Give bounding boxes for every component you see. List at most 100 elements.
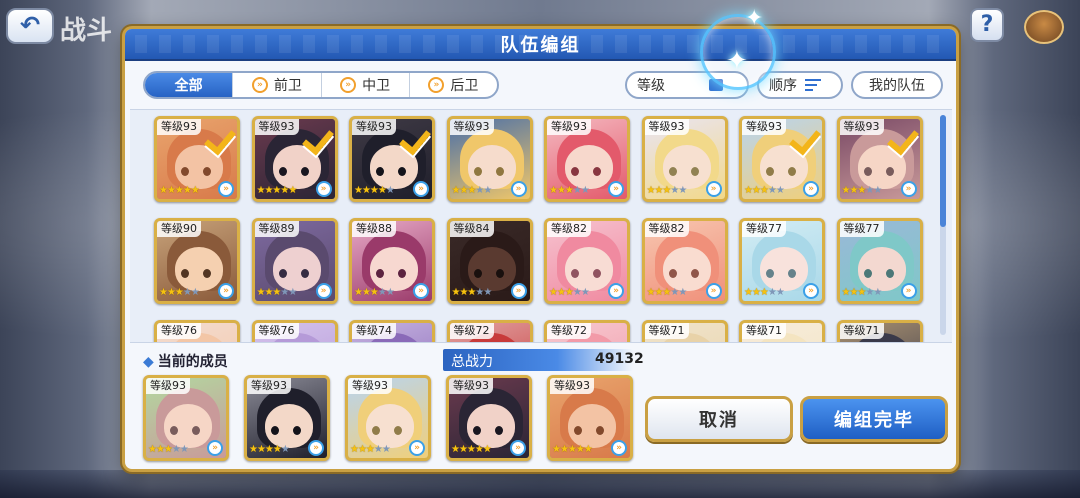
position-chevron-icon: » (308, 440, 324, 456)
member-card[interactable]: 等级93 ★★★★★ » (547, 375, 633, 461)
character-card[interactable]: 等级90 ★★★★★ » (154, 218, 240, 304)
position-chevron-icon: » (900, 283, 917, 299)
character-level: 等级93 (348, 378, 392, 394)
star-rating-icon: ★★★★★ (744, 287, 785, 298)
character-card[interactable]: 等级93 ★★★★★ » (739, 116, 825, 202)
position-chevron-icon: » (608, 283, 624, 299)
tab-all[interactable]: 全部 (145, 73, 233, 97)
position-chevron-icon: » (207, 440, 223, 456)
character-card[interactable]: 等级82 ★★★★★ » (641, 218, 728, 304)
character-level: 等级84 (449, 221, 494, 237)
tab-label: 中卫 (362, 78, 391, 94)
character-level: 等级72 (547, 323, 591, 339)
character-level: 等级74 (352, 323, 396, 339)
star-rating-icon: ★★★★★ (451, 287, 493, 298)
help-button[interactable]: ? (970, 8, 1004, 42)
confirm-formation-button[interactable]: 编组完毕 (800, 396, 948, 442)
current-members-label: ◆ 当前的成员 (143, 354, 228, 370)
tab-back[interactable]: » 后卫 (408, 73, 497, 97)
position-chevron-icon: » (428, 77, 445, 93)
character-card[interactable]: 等级93 ★★★★★ » (641, 116, 728, 202)
position-chevron-icon: » (218, 283, 234, 299)
total-power-value: 49132 (595, 351, 644, 367)
character-card[interactable]: 等级93 ★★★★★ » (349, 116, 435, 202)
back-arrow-icon: ↶ (19, 11, 41, 39)
character-card[interactable]: 等级93 ★★★★★ » (154, 116, 240, 202)
star-rating-icon: ★★★★★ (841, 185, 883, 196)
character-level: 等级93 (247, 378, 291, 394)
position-chevron-icon: » (608, 181, 624, 197)
character-level: 等级88 (352, 221, 396, 237)
character-level: 等级93 (839, 119, 884, 135)
character-card[interactable]: 等级76★★★★★» (251, 320, 338, 342)
position-chevron-icon: » (705, 283, 722, 299)
my-team-button[interactable]: 我的队伍 (851, 71, 943, 99)
character-level: 等级90 (157, 221, 201, 237)
character-level: 等级93 (352, 119, 396, 135)
member-card[interactable]: 等级93 ★★★★★ » (244, 375, 330, 461)
character-card[interactable]: 等级93 ★★★★★ » (836, 116, 923, 202)
character-card[interactable]: 等级84 ★★★★★ » (446, 218, 533, 304)
roster-scrollbar[interactable] (940, 115, 946, 227)
position-chevron-icon: » (803, 283, 819, 299)
character-card[interactable]: 等级72★★★★★» (544, 320, 630, 342)
position-chevron-icon: » (413, 283, 429, 299)
character-card[interactable]: 等级93 ★★★★★ » (446, 116, 533, 202)
character-level: 等级71 (742, 323, 786, 339)
star-rating-icon: ★★★★★ (256, 185, 298, 196)
star-rating-icon: ★★★★★ (549, 287, 590, 298)
position-chevron-icon: » (510, 283, 527, 299)
tab-label: 全部 (174, 78, 203, 94)
member-card[interactable]: 等级93 ★★★★★ » (345, 375, 431, 461)
star-rating-icon: ★★★★★ (256, 287, 298, 298)
character-level: 等级71 (839, 323, 884, 339)
member-card[interactable]: 等级93 ★★★★★ » (446, 375, 532, 461)
sort-order-button[interactable]: 顺序 (757, 71, 843, 99)
character-roster-grid: 等级93 ★★★★★ » 等级93 ★★★★★ » 等级93 ★★★★★ » 等级93 ★★★★★ »… (130, 109, 952, 343)
selected-check-icon (205, 125, 237, 151)
back-button[interactable]: ↶ (6, 8, 54, 44)
character-card[interactable]: 等级71★★★★★» (739, 320, 825, 342)
character-card[interactable]: 等级93 ★★★★★ » (544, 116, 630, 202)
character-card[interactable]: 等级77 ★★★★★ » (739, 218, 825, 304)
character-card[interactable]: 等级93 ★★★★★ » (251, 116, 338, 202)
character-level: 等级82 (644, 221, 689, 237)
character-level: 等级93 (157, 119, 201, 135)
position-chevron-icon: » (803, 181, 819, 197)
star-rating-icon: ★★★★★ (552, 444, 593, 455)
member-card[interactable]: 等级93 ★★★★★ » (143, 375, 229, 461)
character-level: 等级72 (449, 323, 494, 339)
character-card[interactable]: 等级77 ★★★★★ » (836, 218, 923, 304)
character-level: 等级89 (254, 221, 299, 237)
character-card[interactable]: 等级89 ★★★★★ » (251, 218, 338, 304)
position-chevron-icon: » (705, 181, 722, 197)
character-card[interactable]: 等级72★★★★★» (446, 320, 533, 342)
tab-middle[interactable]: » 中卫 (320, 73, 409, 97)
star-rating-icon: ★★★★★ (646, 185, 688, 196)
character-card[interactable]: 等级74★★★★★» (349, 320, 435, 342)
character-card[interactable]: 等级88 ★★★★★ » (349, 218, 435, 304)
star-rating-icon: ★★★★★ (549, 185, 590, 196)
star-rating-icon: ★★★★★ (646, 287, 688, 298)
character-card[interactable]: 等级82 ★★★★★ » (544, 218, 630, 304)
character-card[interactable]: 等级71★★★★★» (641, 320, 728, 342)
position-chevron-icon: » (218, 181, 234, 197)
star-rating-icon: ★★★★★ (354, 185, 395, 196)
character-card[interactable]: 等级71★★★★★» (836, 320, 923, 342)
selected-check-icon (888, 125, 920, 151)
position-chevron-icon: » (611, 440, 627, 456)
cancel-button[interactable]: 取消 (645, 396, 793, 442)
star-rating-icon: ★★★★★ (354, 287, 395, 298)
level-filter-button[interactable]: 等级 (625, 71, 749, 99)
character-card[interactable]: 等级76★★★★★» (154, 320, 240, 342)
star-rating-icon: ★★★★★ (159, 287, 200, 298)
position-chevron-icon: » (510, 440, 526, 456)
position-chevron-icon: » (413, 181, 429, 197)
team-formation-dialog: 队伍编组 全部 » 前卫 » 中卫 » 后卫 等级 顺序 我的队伍 等级93 ★★… (122, 26, 959, 472)
menu-icon[interactable] (1024, 10, 1064, 44)
position-chevron-icon: » (315, 283, 332, 299)
screen-title: 战斗 (60, 16, 113, 46)
dialog-title: 队伍编组 (500, 35, 581, 56)
tab-front[interactable]: » 前卫 (232, 73, 320, 97)
tab-label: 后卫 (450, 78, 479, 94)
